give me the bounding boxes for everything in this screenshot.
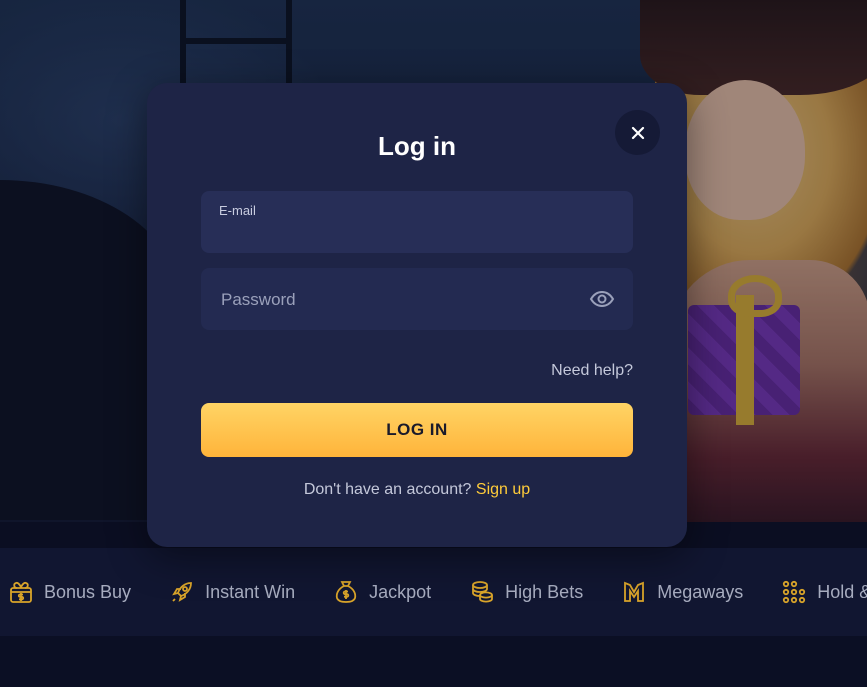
- category-label: Bonus Buy: [44, 581, 132, 602]
- category-megaways[interactable]: Megaways: [613, 579, 761, 605]
- category-high-bets[interactable]: High Bets: [461, 579, 601, 605]
- password-field[interactable]: [201, 268, 633, 330]
- gift-dollar-icon: [10, 581, 32, 603]
- megaways-m-icon: [624, 581, 645, 602]
- modal-title: Log in: [378, 131, 456, 161]
- category-instant-win[interactable]: Instant Win: [161, 579, 313, 605]
- password-input[interactable]: [219, 287, 583, 313]
- signup-link[interactable]: Sign up: [476, 481, 530, 498]
- dots-grid-icon: [783, 580, 806, 604]
- category-label: Jackpot: [369, 581, 432, 602]
- email-label: E-mail: [219, 203, 256, 218]
- rocket-icon: [172, 582, 192, 602]
- login-modal: Log in E-mail Need help? LOG IN Don't ha…: [147, 83, 687, 547]
- category-bonus-buy[interactable]: Bonus Buy: [0, 579, 149, 605]
- need-help-link[interactable]: Need help?: [527, 362, 633, 380]
- close-button[interactable]: [615, 110, 660, 155]
- category-label: Hold &: [817, 581, 867, 602]
- coin-stack-icon: [472, 581, 494, 603]
- signup-prompt: Don't have an account? Sign up: [147, 481, 687, 499]
- footer-area: [0, 636, 867, 687]
- close-icon: [631, 126, 644, 139]
- login-button[interactable]: LOG IN: [201, 403, 633, 457]
- category-label: Instant Win: [205, 581, 296, 602]
- show-password-eye-icon[interactable]: [589, 287, 615, 311]
- signup-prompt-text: Don't have an account?: [303, 481, 472, 498]
- email-field[interactable]: E-mail: [201, 191, 633, 253]
- category-label: High Bets: [505, 581, 584, 602]
- email-input[interactable]: [219, 221, 619, 247]
- category-hold-and-win[interactable]: Hold &: [773, 579, 867, 605]
- money-bag-icon: [335, 581, 357, 603]
- category-jackpot[interactable]: Jackpot: [325, 579, 449, 605]
- category-label: Megaways: [657, 581, 744, 602]
- category-strip: Bonus Buy Instant Win Jackpot High Bets …: [0, 548, 867, 636]
